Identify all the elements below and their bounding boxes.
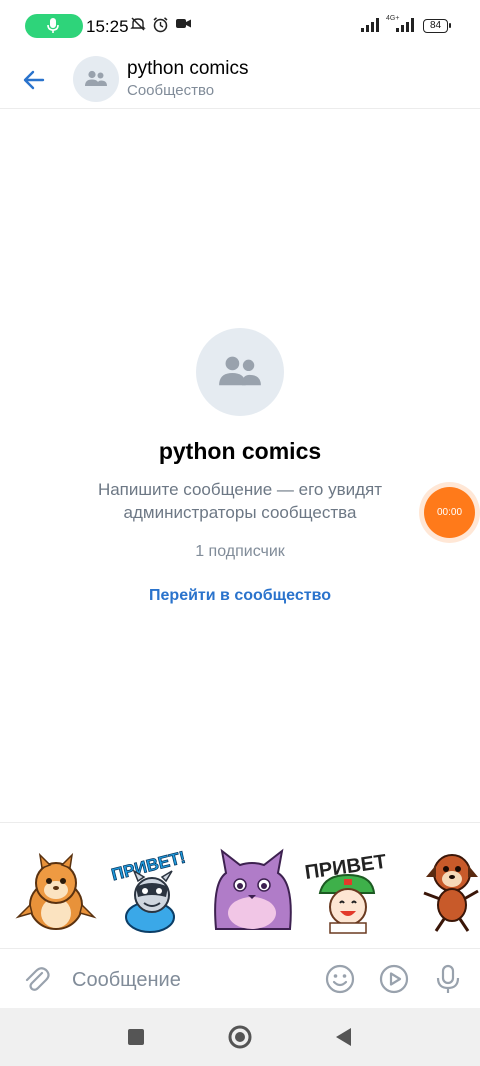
subscriber-count: 1 подписчик	[195, 543, 285, 560]
kid-privet-sticker[interactable]: ПРИВЕТ	[302, 843, 394, 935]
mic-icon	[47, 18, 59, 33]
mute-icon	[130, 17, 146, 31]
dog-sticker[interactable]	[412, 843, 480, 935]
purple-cat-sticker[interactable]	[206, 843, 298, 935]
circle-icon	[228, 1025, 252, 1049]
smile-icon	[325, 964, 355, 994]
triangle-back-icon	[336, 1028, 351, 1046]
microphone-icon	[436, 964, 460, 993]
message-input[interactable]	[70, 965, 314, 995]
status-bar: 15:25 4G+ 84	[0, 0, 480, 52]
emoji-button[interactable]	[324, 963, 356, 995]
community-avatar-large	[196, 328, 284, 416]
status-icons	[130, 16, 192, 33]
chat-title[interactable]: python comics	[127, 58, 248, 80]
attach-button[interactable]	[20, 963, 52, 995]
recents-button[interactable]	[123, 1024, 149, 1050]
system-navigation-bar	[0, 1008, 480, 1066]
signal-icon	[396, 18, 414, 32]
status-time: 15:25	[86, 17, 129, 36]
home-button[interactable]	[227, 1024, 253, 1050]
paperclip-icon	[25, 967, 50, 991]
voice-message-button[interactable]	[432, 963, 464, 995]
arrow-left-icon	[23, 70, 45, 90]
group-icon	[219, 356, 261, 386]
chat-subtitle: Сообщество	[127, 82, 215, 99]
mic-active-indicator[interactable]	[25, 14, 83, 38]
back-button[interactable]	[16, 62, 52, 98]
community-avatar[interactable]	[73, 56, 119, 102]
signal-icon	[361, 18, 379, 32]
go-to-community-link[interactable]: Перейти в сообщество	[0, 587, 480, 605]
recording-timer-button[interactable]: 00:00	[424, 487, 475, 538]
chipmunk-sticker[interactable]	[10, 843, 102, 935]
community-name: python comics	[158, 438, 322, 464]
raccoon-privet-sticker[interactable]: ПРИВЕТ!	[104, 843, 196, 935]
square-icon	[128, 1029, 144, 1045]
video-message-button[interactable]	[378, 963, 410, 995]
sticker-suggestions: ПРИВЕТ! ПРИВЕТ	[0, 822, 480, 949]
video-icon	[176, 19, 191, 28]
chat-header: python comics Сообщество	[0, 52, 480, 109]
message-composer	[0, 948, 480, 1009]
play-circle-icon	[379, 964, 409, 994]
group-icon	[85, 70, 107, 86]
recording-timer: 00:00	[436, 507, 463, 518]
back-nav-button[interactable]	[331, 1024, 357, 1050]
alarm-icon	[153, 17, 168, 33]
empty-state-description: Напишите сообщение — его увидят админист…	[97, 480, 383, 522]
battery-indicator: 84	[423, 19, 451, 33]
